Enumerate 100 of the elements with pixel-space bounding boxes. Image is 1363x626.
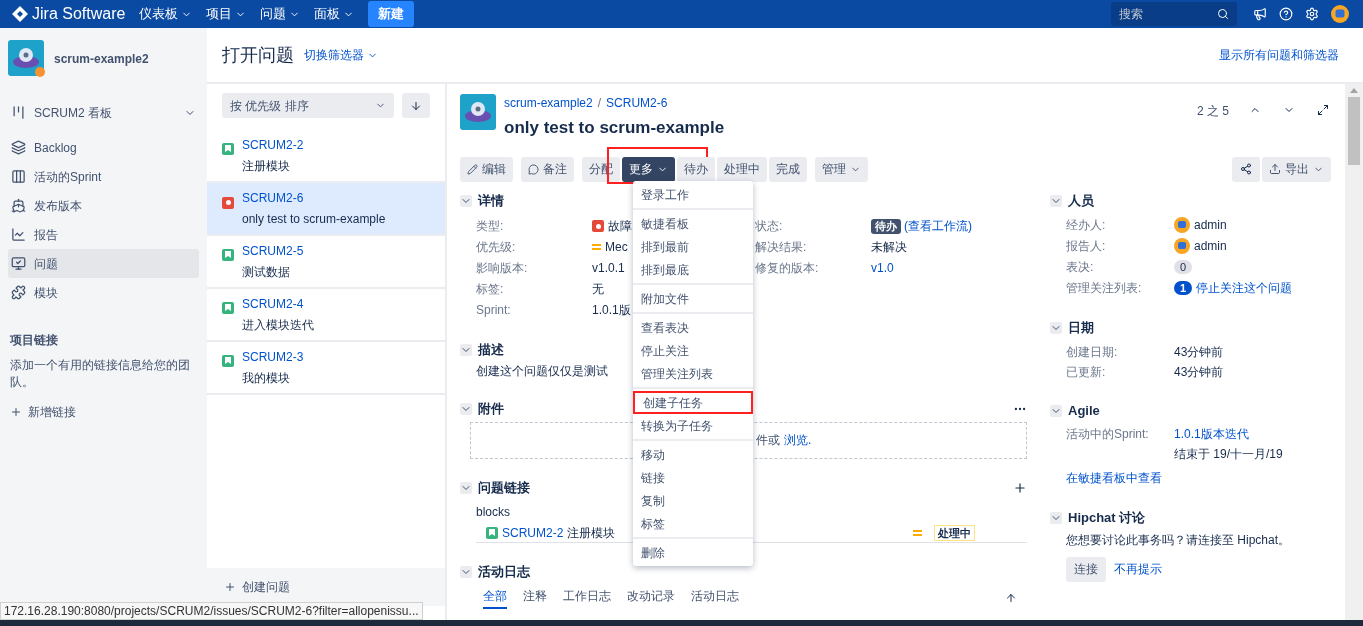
issue-key-link[interactable]: SCRUM2-2 [242,136,304,154]
stop-watching-link[interactable]: 停止关注这个问题 [1196,279,1293,297]
project-name[interactable]: scrum-example2 [54,50,149,68]
settings-icon[interactable] [1305,7,1319,21]
sidebar-item[interactable]: SCRUM2 看板 [8,98,199,127]
sidebar-item[interactable]: 报告 [8,220,199,249]
toolbar-button[interactable]: 处理中 [717,156,767,182]
collapse-icon[interactable] [460,481,472,494]
issue-key-link[interactable]: SCRUM2-5 [242,242,304,260]
toolbar-button[interactable]: 更多 [622,156,675,182]
view-on-board-link[interactable]: 在敏捷看板中查看 [1066,468,1331,487]
megaphone-icon[interactable] [1253,7,1267,21]
toolbar-button[interactable]: 完成 [769,156,807,182]
scrollbar[interactable] [1345,84,1363,620]
toolbar-button[interactable]: 编辑 [460,156,513,182]
arrow-up-icon[interactable] [1005,591,1017,604]
help-icon[interactable] [1279,7,1293,21]
story-icon [222,354,234,367]
dismiss-link[interactable]: 不再提示 [1114,560,1162,578]
connect-button[interactable]: 连接 [1066,556,1106,582]
activity-tab[interactable]: 改动记录 [627,586,675,609]
toolbar-button[interactable]: 待办 [677,156,715,182]
expand-icon[interactable] [1317,104,1329,116]
sidebar-item[interactable]: 模块 [8,278,199,307]
collapse-icon[interactable] [460,194,472,207]
nav-menu[interactable]: 面板 [314,4,355,24]
field-value[interactable]: v1.0 [871,259,894,277]
menu-item[interactable]: 登录工作 [633,183,753,206]
nav-menu[interactable]: 仪表板 [139,4,193,24]
collapse-icon[interactable] [1050,194,1062,207]
search-field[interactable]: 搜索 [1111,2,1237,26]
toolbar-button[interactable]: 备注 [521,156,574,182]
sprint-link[interactable]: 1.0.1版本迭代 [1174,424,1283,443]
menu-item[interactable]: 链接 [633,466,753,489]
app-logo-text[interactable]: Jira Software [32,2,126,26]
bug-icon [592,220,604,232]
collapse-icon[interactable] [460,565,472,578]
sidebar-item[interactable]: 活动的Sprint [8,162,199,191]
browse-link[interactable]: 浏览. [784,431,812,449]
field-label: 解决结果: [755,239,808,256]
filter-switch-link[interactable]: 切换筛选器 [304,46,378,64]
sort-direction-button[interactable] [402,93,430,118]
issue-title: only test to scrum-example [504,117,725,139]
add-link-icon[interactable] [1013,480,1027,495]
collapse-icon[interactable] [1050,511,1062,524]
menu-item[interactable]: 创建子任务 [633,391,753,414]
nav-menu[interactable]: 项目 [206,4,247,24]
show-all-link[interactable]: 显示所有问题和筛选器 [1219,46,1339,64]
vote-count-badge[interactable]: 0 [1174,260,1193,274]
activity-tab[interactable]: 注释 [523,586,547,609]
breadcrumb-link[interactable]: SCRUM2-6 [606,94,668,112]
issue-key-link[interactable]: SCRUM2-6 [242,189,386,207]
create-button[interactable]: 新建 [368,1,415,27]
toolbar-button[interactable]: 管理 [815,156,868,182]
issue-key-link[interactable]: SCRUM2-3 [242,348,304,366]
menu-item[interactable]: 管理关注列表 [633,362,753,385]
collapse-icon[interactable] [1050,321,1062,334]
view-workflow-link[interactable]: (查看工作流) [904,217,972,235]
sidebar-item[interactable]: Backlog [8,133,199,162]
issue-list-item[interactable]: SCRUM2-4 进入模块迭代 [207,289,445,342]
field-value: 故障 [608,218,632,235]
menu-item[interactable]: 删除 [633,541,753,564]
menu-item[interactable]: 标签 [633,512,753,535]
breadcrumb-link[interactable]: scrum-example2 [504,94,593,112]
project-avatar-icon[interactable] [8,40,46,78]
export-button[interactable]: 导出 [1262,156,1331,182]
sort-dropdown[interactable]: 按 优先级 排序 [222,93,394,118]
activity-tab[interactable]: 全部 [483,586,507,609]
user-name[interactable]: admin [1194,237,1227,255]
collapse-icon[interactable] [460,402,472,415]
issue-list-item[interactable]: SCRUM2-6 only test to scrum-example [207,183,445,236]
collapse-icon[interactable] [1050,404,1062,417]
add-link-button[interactable]: 新增链接 [8,403,78,421]
create-issue-button[interactable]: 创建问题 [207,568,445,606]
sidebar-item[interactable]: 问题 [8,249,199,278]
linked-issue-link[interactable]: SCRUM2-2 [502,523,564,542]
field-value: Mec [605,239,628,256]
scrollbar-thumb[interactable] [1348,97,1360,165]
user-avatar-icon [1174,238,1190,254]
menu-item[interactable]: 排到最底 [633,258,753,281]
issue-key-link[interactable]: SCRUM2-4 [242,295,314,313]
user-avatar-icon[interactable] [1331,5,1349,23]
watch-count-badge[interactable]: 1 [1174,281,1193,295]
scroll-up-icon[interactable] [1350,88,1358,93]
menu-item[interactable]: 排到最前 [633,235,753,258]
collapse-icon[interactable] [460,343,472,356]
sidebar-item[interactable]: 发布版本 [8,191,199,220]
menu-item[interactable]: 停止关注 [633,339,753,362]
menu-item[interactable]: 复制 [633,489,753,512]
menu-item[interactable]: 敏捷看板 [633,212,753,235]
menu-item[interactable]: 查看表决 [633,316,753,339]
issue-list-item[interactable]: SCRUM2-5 测试数据 [207,236,445,289]
user-name[interactable]: admin [1194,216,1227,234]
share-button[interactable] [1232,156,1260,182]
field-label: 影响版本: [476,260,529,277]
menu-item[interactable]: 附加文件 [633,287,753,310]
issue-list-item[interactable]: SCRUM2-3 我的模块 [207,342,445,395]
activity-tab[interactable]: 工作日志 [563,586,611,609]
activity-tab[interactable]: 活动日志 [691,586,739,609]
nav-menu[interactable]: 问题 [260,4,301,24]
